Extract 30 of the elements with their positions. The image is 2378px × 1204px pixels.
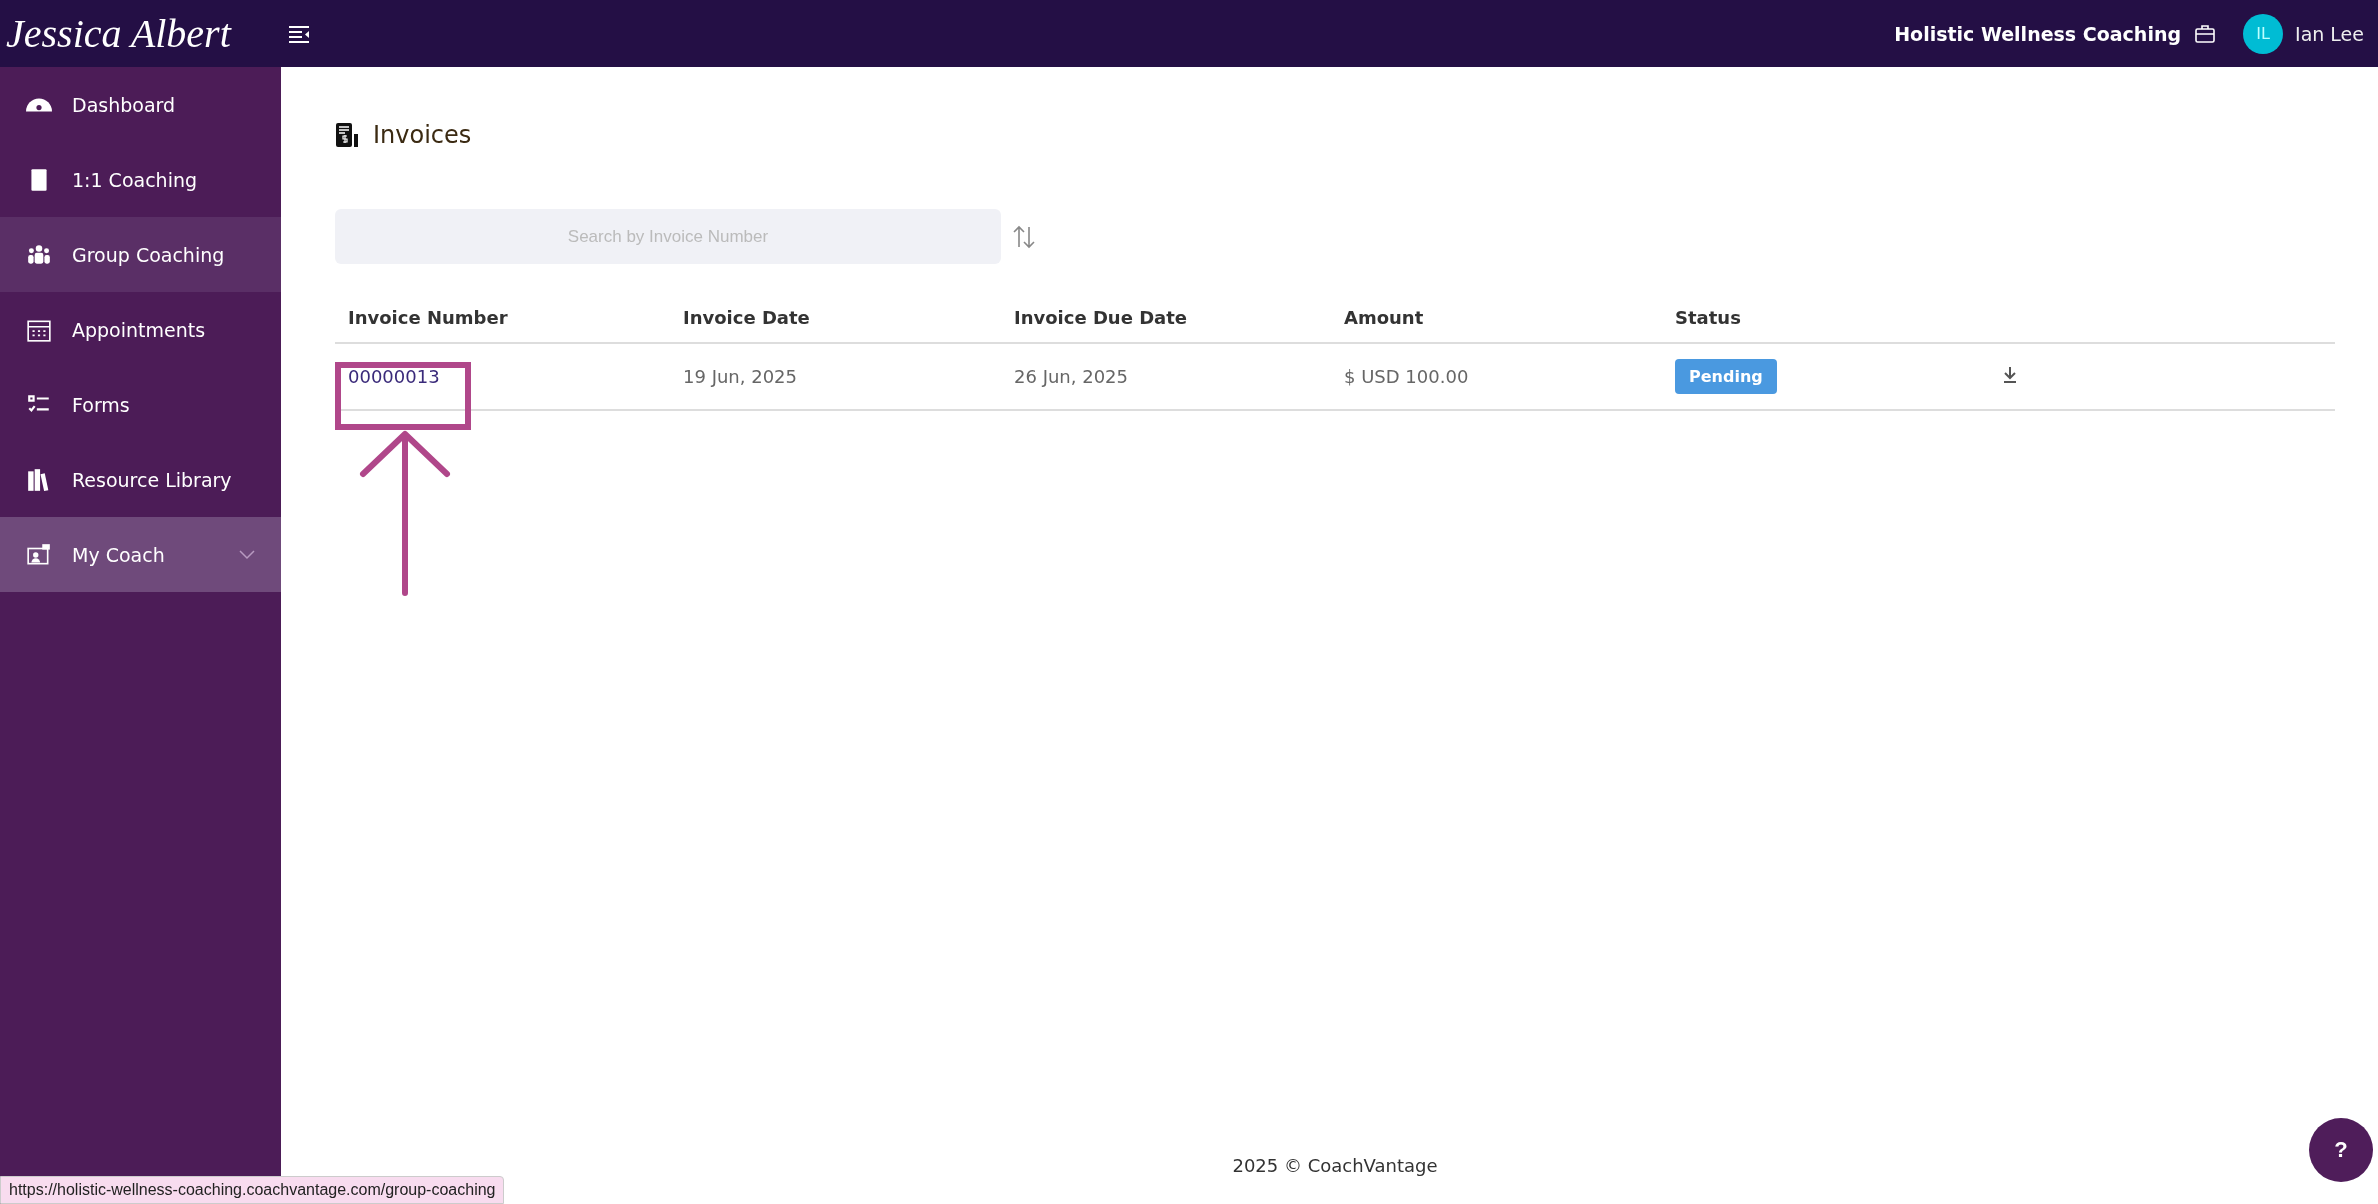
briefcase-icon	[2195, 24, 2216, 43]
sidebar-item[interactable]: Group Coaching	[0, 217, 281, 292]
user-name[interactable]: Ian Lee	[2295, 22, 2364, 45]
help-button[interactable]: ?	[2309, 1118, 2373, 1182]
logo: Jessica Albert	[5, 9, 233, 58]
menu-icon[interactable]	[288, 24, 310, 43]
sidebar-item[interactable]: My Coach	[0, 517, 281, 592]
gauge-icon	[26, 97, 52, 112]
column-header: Invoice Number	[347, 306, 509, 328]
column-header: Invoice Date	[682, 306, 811, 328]
sidebar-item[interactable]: Resource Library	[0, 442, 281, 517]
sidebar-item[interactable]: Appointments	[0, 292, 281, 367]
sidebar-item[interactable]: 1:1 Coaching	[0, 142, 281, 217]
sidebar-item[interactable]: Dashboard	[0, 67, 281, 142]
download-icon[interactable]	[2002, 365, 2018, 384]
column-header: Status	[1674, 306, 1742, 328]
table-cell-text: 19 Jun, 2025	[682, 366, 798, 387]
status-badge: Pending	[1675, 359, 1777, 394]
sort-icon[interactable]	[1011, 223, 1037, 250]
business-name: Holistic Wellness Coaching	[1894, 22, 2182, 45]
page-title: Invoices	[373, 121, 472, 149]
invoice-icon	[335, 122, 359, 148]
column-header: Amount	[1343, 306, 1425, 328]
column-header: Invoice Due Date	[1013, 306, 1189, 328]
status-url: https://holistic-wellness-coaching.coachvantage.com/group-coaching	[0, 1176, 505, 1204]
table-cell-text: $ USD 100.00	[1343, 366, 1470, 387]
table-cell-text: 26 Jun, 2025	[1013, 366, 1129, 387]
search-field[interactable]: Search by Invoice Number	[335, 209, 1001, 264]
invoice-link[interactable]: 00000013	[348, 366, 440, 387]
sidebar-item[interactable]: Forms	[0, 367, 281, 442]
